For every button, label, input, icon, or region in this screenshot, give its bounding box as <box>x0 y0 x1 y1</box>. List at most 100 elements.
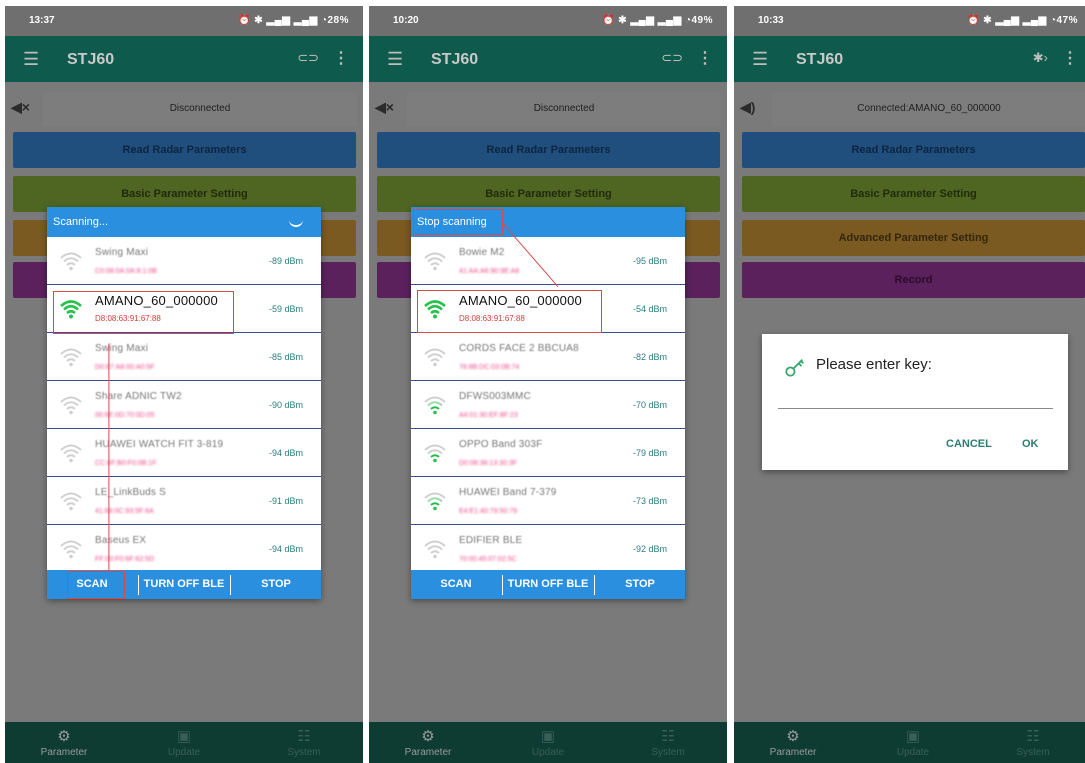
bottom-navigation: ⚙ Parameter ▣ Update ☷ System <box>369 722 727 763</box>
hamburger-menu-icon[interactable]: ☰ <box>752 49 768 70</box>
update-icon: ▣ <box>905 728 921 745</box>
device-row[interactable]: HUAWEI Band 7-379 E4:E1:40:79:50:79 -73 … <box>411 477 685 525</box>
device-mac: CC:8F:B0:F0:0B:1F <box>95 460 157 467</box>
status-bar: 10:20 ⏰ ✱ ▂▄▆ ▂▄▆ ◔49% <box>369 6 727 36</box>
device-rssi: -85 dBm <box>268 352 303 362</box>
stop-button[interactable]: STOP <box>231 570 321 599</box>
hamburger-menu-icon[interactable]: ☰ <box>23 49 39 70</box>
device-name: DFWS003MMC <box>459 391 532 402</box>
read-radar-parameters-button[interactable]: Read Radar Parameters <box>377 132 720 168</box>
status-time: 10:33 <box>758 15 784 26</box>
comparison-stage: 13:37 ⏰ ✱ ▂▄▆ ▂▄▆ ◔28% ☰ STJ60 ⊂⊃ ⋮ ◀× D… <box>0 0 1085 763</box>
bluetooth-link-icon[interactable]: ⊂⊃ <box>661 50 683 66</box>
nav-system[interactable]: ☷ System <box>623 727 713 758</box>
ok-button[interactable]: OK <box>1022 438 1039 450</box>
nav-system[interactable]: ☷ System <box>259 727 349 758</box>
app-title: STJ60 <box>67 51 115 68</box>
bottom-navigation: ⚙ Parameter ▣ Update ☷ System <box>5 722 363 763</box>
device-list[interactable]: Swing Maxi C0:08:0A:0A:8:1:0B -89 dBm AM… <box>47 237 321 570</box>
device-row[interactable]: Bowie M2 41:AA:A6:90:9E:A8 -95 dBm <box>411 237 685 285</box>
basic-parameter-setting-button[interactable]: Basic Parameter Setting <box>742 176 1085 212</box>
wifi-signal-icon <box>60 348 82 367</box>
nav-system[interactable]: ☷ System <box>988 727 1078 758</box>
wifi-signal-icon <box>424 492 446 511</box>
more-options-icon[interactable]: ⋮ <box>333 48 349 68</box>
scan-dialog-footer: SCAN TURN OFF BLE STOP <box>411 570 685 599</box>
device-row[interactable]: DFWS003MMC A4:01:30:EF:8F:23 -70 dBm <box>411 381 685 429</box>
nav-update[interactable]: ▣ Update <box>139 727 229 758</box>
bluetooth-connected-icon[interactable]: ✱› <box>1033 50 1048 66</box>
nav-label: Parameter <box>769 747 817 758</box>
device-name: EDIFIER BLE <box>459 535 523 546</box>
device-row[interactable]: Swing Maxi C0:08:0A:0A:8:1:0B -89 dBm <box>47 237 321 285</box>
connection-status: Disconnected <box>43 92 357 126</box>
advanced-parameter-setting-button[interactable]: Advanced Parameter Setting <box>742 220 1085 256</box>
nav-parameter[interactable]: ⚙ Parameter <box>19 727 109 758</box>
nav-parameter[interactable]: ⚙ Parameter <box>383 727 473 758</box>
stop-button[interactable]: STOP <box>595 570 685 599</box>
more-options-icon[interactable]: ⋮ <box>1062 48 1078 68</box>
device-row[interactable]: OPPO Band 303F D0:08:38:13:30:3F -79 dBm <box>411 429 685 477</box>
device-row[interactable]: Share ADNIC TW2 00:6E:0D:70:0D:05 -90 dB… <box>47 381 321 429</box>
key-icon <box>785 359 804 377</box>
device-name: CORDS FACE 2 BBCUA8 <box>459 343 579 354</box>
key-input[interactable] <box>778 408 1053 409</box>
speaker-muted-icon: ◀× <box>11 99 30 115</box>
device-mac: FF:00:F0:6F:62:5D <box>95 556 155 563</box>
nav-label: Update <box>167 747 201 758</box>
device-row[interactable]: CORDS FACE 2 BBCUA8 76:8B:DC:03:0B:74 -8… <box>411 333 685 381</box>
phone-screen-scanning: 13:37 ⏰ ✱ ▂▄▆ ▂▄▆ ◔28% ☰ STJ60 ⊂⊃ ⋮ ◀× D… <box>5 6 363 763</box>
device-name: HUAWEI Band 7-379 <box>459 487 557 498</box>
read-radar-parameters-button[interactable]: Read Radar Parameters <box>742 132 1085 168</box>
connection-row: ◀) Connected:AMANO_60_000000 <box>740 92 1085 126</box>
turn-off-ble-button[interactable]: TURN OFF BLE <box>139 570 229 599</box>
ble-scan-dialog: Scanning... Swing Maxi C0:08:0A:0A:8:1:0… <box>47 207 321 599</box>
scan-button[interactable]: SCAN <box>411 570 501 599</box>
nav-update[interactable]: ▣ Update <box>503 727 593 758</box>
device-rssi: -94 dBm <box>268 544 303 554</box>
device-mac: C0:08:0A:0A:8:1:0B <box>95 268 157 275</box>
device-rssi: -54 dBm <box>632 304 667 314</box>
device-mac: D0:08:38:13:30:3F <box>459 460 517 467</box>
device-row[interactable]: EDIFIER BLE 70:00:45:07:02:5C -92 dBm <box>411 525 685 570</box>
more-options-icon[interactable]: ⋮ <box>697 48 713 68</box>
turn-off-ble-button[interactable]: TURN OFF BLE <box>503 570 593 599</box>
speaker-muted-icon: ◀× <box>375 99 394 115</box>
bluetooth-link-icon[interactable]: ⊂⊃ <box>297 50 319 66</box>
cancel-button[interactable]: CANCEL <box>946 438 992 450</box>
device-rssi: -95 dBm <box>632 256 667 266</box>
device-rssi: -79 dBm <box>632 448 667 458</box>
device-rssi: -82 dBm <box>632 352 667 362</box>
nav-label: System <box>651 747 685 758</box>
device-row[interactable]: HUAWEI WATCH FIT 3-819 CC:8F:B0:F0:0B:1F… <box>47 429 321 477</box>
device-name: Swing Maxi <box>95 343 149 354</box>
nav-parameter[interactable]: ⚙ Parameter <box>748 727 838 758</box>
device-name: OPPO Band 303F <box>459 439 543 450</box>
wifi-signal-icon <box>60 396 82 415</box>
phone-screen-stop-scanning: 10:20 ⏰ ✱ ▂▄▆ ▂▄▆ ◔49% ☰ STJ60 ⊂⊃ ⋮ ◀× D… <box>369 6 727 763</box>
device-mac: A4:01:30:EF:8F:23 <box>459 412 518 419</box>
scan-dialog-header: Scanning... <box>47 207 321 237</box>
device-list[interactable]: Bowie M2 41:AA:A6:90:9E:A8 -95 dBm AMANO… <box>411 237 685 570</box>
sliders-icon: ☷ <box>1026 728 1040 745</box>
app-bar: ☰ STJ60 ✱› ⋮ <box>734 36 1085 82</box>
device-mac: 76:8B:DC:03:0B:74 <box>459 364 520 371</box>
record-button[interactable]: Record <box>742 262 1085 298</box>
status-icons: ⏰ ✱ ▂▄▆ ▂▄▆ ◔28% <box>238 15 349 26</box>
nav-label: System <box>1016 747 1050 758</box>
device-row[interactable]: Swing Maxi D0:87:A8:00:A0:5F -85 dBm <box>47 333 321 381</box>
app-title: STJ60 <box>796 51 844 68</box>
sliders-icon: ☷ <box>661 728 675 745</box>
connection-row: ◀× Disconnected <box>375 92 721 126</box>
device-row[interactable]: Baseus EX FF:00:F0:6F:62:5D -94 dBm <box>47 525 321 570</box>
wifi-signal-icon <box>60 444 82 463</box>
device-rssi: -70 dBm <box>632 400 667 410</box>
nav-update[interactable]: ▣ Update <box>868 727 958 758</box>
annotation-highlight-stop-scanning <box>413 209 503 235</box>
hamburger-menu-icon[interactable]: ☰ <box>387 49 403 70</box>
wifi-signal-icon <box>424 252 446 271</box>
read-radar-parameters-button[interactable]: Read Radar Parameters <box>13 132 356 168</box>
sliders-icon: ☷ <box>297 728 311 745</box>
connection-status: Disconnected <box>407 92 721 126</box>
device-row[interactable]: LE_LinkBuds S 41:88:0C:93:5F:6A -91 dBm <box>47 477 321 525</box>
